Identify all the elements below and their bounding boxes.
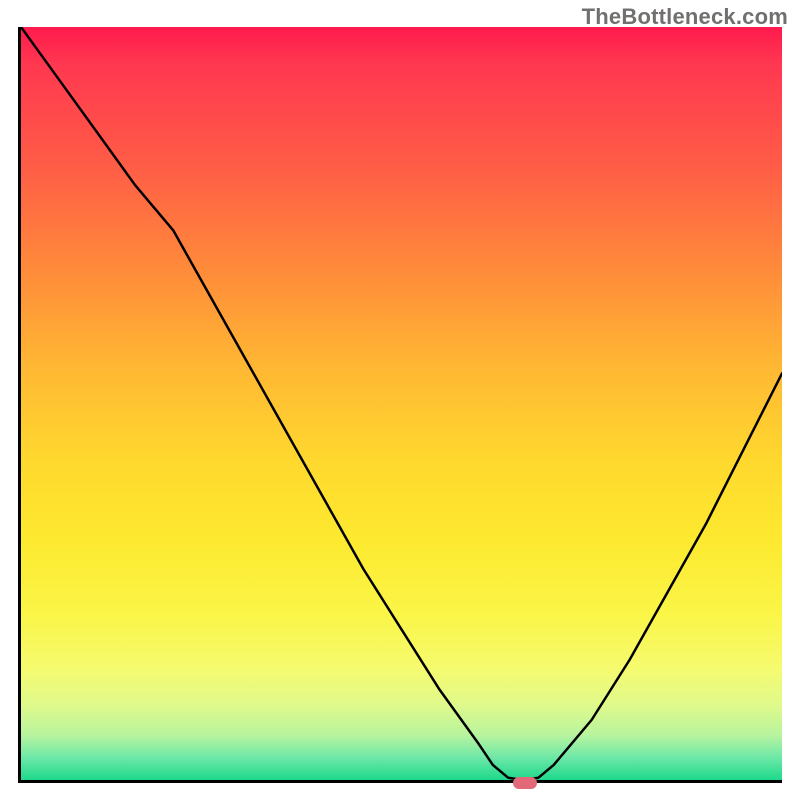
curve-svg [21,27,782,780]
optimal-marker [513,777,537,789]
plot-area [18,27,782,783]
bottleneck-curve-path [21,27,782,780]
bottleneck-chart: TheBottleneck.com [0,0,800,800]
